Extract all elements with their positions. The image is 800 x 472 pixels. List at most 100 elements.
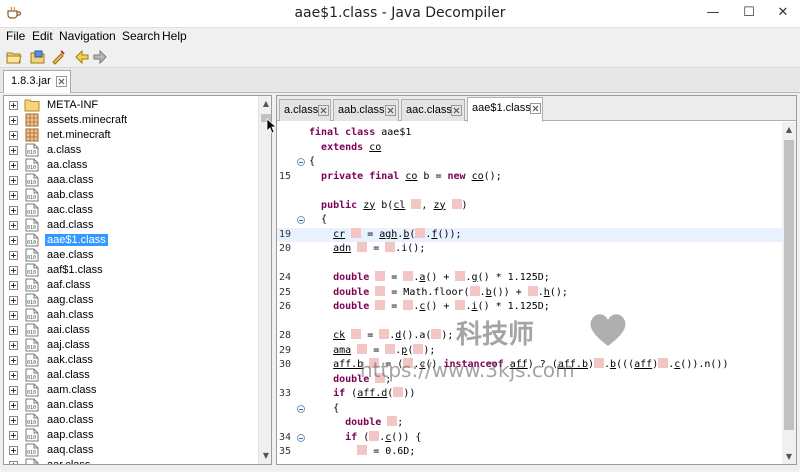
scroll-up-icon[interactable]: ▲ <box>785 126 793 134</box>
tree-item[interactable]: 010 aar.class <box>4 458 254 464</box>
forward-arrow-icon[interactable] <box>92 49 108 65</box>
menu-search[interactable]: Search <box>122 29 160 43</box>
tree-item[interactable]: 010 aam.class <box>4 383 254 398</box>
open-folder-icon[interactable] <box>30 49 46 65</box>
tree-item[interactable]: net.minecraft <box>4 128 254 143</box>
tree-item[interactable]: 010 aak.class <box>4 353 254 368</box>
tab-jar-file[interactable]: 1.8.3.jar <box>3 70 71 93</box>
close-tab-icon[interactable] <box>385 105 396 116</box>
expand-icon[interactable] <box>9 191 18 200</box>
editor-tab-a-class[interactable]: a.class <box>279 99 331 121</box>
expand-icon[interactable] <box>9 371 18 380</box>
expand-icon[interactable] <box>9 236 18 245</box>
expand-icon[interactable] <box>9 116 18 125</box>
code-line[interactable]: double ; <box>277 416 783 430</box>
tree-item[interactable]: 010 a.class <box>4 143 254 158</box>
expand-icon[interactable] <box>9 101 18 110</box>
tree-item[interactable]: 010 aan.class <box>4 398 254 413</box>
tree-item[interactable]: 010 aag.class <box>4 293 254 308</box>
scroll-up-icon[interactable]: ▲ <box>262 100 270 108</box>
menu-help[interactable]: Help <box>162 29 187 43</box>
code-line[interactable]: { <box>277 155 783 169</box>
editor-scroll-thumb[interactable] <box>784 140 794 430</box>
code-line[interactable] <box>277 315 783 329</box>
close-tab-icon[interactable] <box>451 105 462 116</box>
code-line[interactable]: 29 ama = .p(); <box>277 343 783 358</box>
code-line[interactable]: extends co <box>277 141 783 155</box>
fold-toggle-icon[interactable] <box>297 216 305 224</box>
code-line[interactable]: 28 ck = .d().a(); <box>277 329 783 343</box>
open-file-icon[interactable] <box>6 49 22 65</box>
expand-icon[interactable] <box>9 206 18 215</box>
expand-icon[interactable] <box>9 176 18 185</box>
code-line[interactable]: 24 double = .a() + .g() * 1.125D; <box>277 271 783 285</box>
fold-toggle-icon[interactable] <box>297 404 305 413</box>
expand-icon[interactable] <box>9 401 18 410</box>
code-line[interactable]: { <box>277 213 783 227</box>
scroll-down-icon[interactable]: ▼ <box>262 452 270 460</box>
expand-icon[interactable] <box>9 221 18 230</box>
code-line[interactable]: 15 private final co b = new co(); <box>277 170 783 184</box>
tree-item[interactable]: 010 aah.class <box>4 308 254 323</box>
code-line[interactable]: 30 aff.b = (.c() instanceof aff) ? (aff.… <box>277 358 783 372</box>
code-line[interactable]: 35 = 0.6D; <box>277 445 783 459</box>
source-code-view[interactable]: final class aae$1 extends co {15 private … <box>277 122 783 464</box>
code-line[interactable]: final class aae$1 <box>277 126 783 140</box>
expand-icon[interactable] <box>9 386 18 395</box>
tree-item[interactable]: 010 aaf$1.class <box>4 263 254 278</box>
code-line[interactable]: 34 if (.c()) { <box>277 430 783 445</box>
code-line[interactable] <box>277 257 783 271</box>
expand-icon[interactable] <box>9 311 18 320</box>
tree-item[interactable]: 010 aad.class <box>4 218 254 233</box>
close-window-button[interactable]: ✕ <box>766 2 800 24</box>
maximize-button[interactable]: ☐ <box>732 2 766 24</box>
tree-item[interactable]: 010 aaj.class <box>4 338 254 353</box>
editor-tab-aae1-class[interactable]: aae$1.class <box>467 97 543 122</box>
scroll-down-icon[interactable]: ▼ <box>785 453 793 461</box>
expand-icon[interactable] <box>9 461 18 464</box>
code-line[interactable]: 33 if (aff.d()) <box>277 387 783 401</box>
expand-icon[interactable] <box>9 356 18 365</box>
menu-navigation[interactable]: Navigation <box>59 29 116 43</box>
tree-item[interactable]: 010 aae.class <box>4 248 254 263</box>
fold-toggle-icon[interactable] <box>297 433 305 442</box>
editor-tab-aac-class[interactable]: aac.class <box>401 99 465 121</box>
code-line[interactable]: 19 cr = agh.b(.f()); <box>277 227 783 242</box>
code-line[interactable]: 26 double = .c() + .i() * 1.125D; <box>277 300 783 314</box>
minimize-button[interactable]: — <box>696 2 730 24</box>
code-line[interactable]: 25 double = Math.floor(.b()) + .h(); <box>277 285 783 300</box>
tree-item[interactable]: 010 aac.class <box>4 203 254 218</box>
clear-history-icon[interactable] <box>50 49 66 65</box>
menu-edit[interactable]: Edit <box>32 29 53 43</box>
code-line[interactable] <box>277 184 783 198</box>
close-tab-icon[interactable] <box>530 103 541 114</box>
expand-icon[interactable] <box>9 281 18 290</box>
code-line[interactable]: public zy b(cl , zy ) <box>277 198 783 213</box>
menu-file[interactable]: File <box>6 29 25 43</box>
expand-icon[interactable] <box>9 416 18 425</box>
tree-item[interactable]: 010 aal.class <box>4 368 254 383</box>
expand-icon[interactable] <box>9 296 18 305</box>
expand-icon[interactable] <box>9 131 18 140</box>
tree-item[interactable]: assets.minecraft <box>4 113 254 128</box>
tree-scrollbar[interactable]: ▲ ▼ <box>258 96 271 464</box>
tree-item[interactable]: 010 aab.class <box>4 188 254 203</box>
expand-icon[interactable] <box>9 446 18 455</box>
code-line[interactable]: double ; <box>277 372 783 387</box>
expand-icon[interactable] <box>9 326 18 335</box>
tree-item[interactable]: 010 aaa.class <box>4 173 254 188</box>
editor-scrollbar[interactable]: ▲ ▼ <box>782 122 796 464</box>
expand-icon[interactable] <box>9 251 18 260</box>
code-line[interactable]: { <box>277 402 783 416</box>
tree-item[interactable]: 010 aaq.class <box>4 443 254 458</box>
tree-item[interactable]: 010 aao.class <box>4 413 254 428</box>
tree-item[interactable]: 010 aa.class <box>4 158 254 173</box>
code-line[interactable]: 20 adn = .i(); <box>277 242 783 256</box>
editor-tab-aab-class[interactable]: aab.class <box>333 99 399 121</box>
expand-icon[interactable] <box>9 266 18 275</box>
expand-icon[interactable] <box>9 161 18 170</box>
tree-item[interactable]: 010 aap.class <box>4 428 254 443</box>
expand-icon[interactable] <box>9 146 18 155</box>
tree-item[interactable]: 010 aae$1.class <box>4 233 254 248</box>
tree-item[interactable]: 010 aai.class <box>4 323 254 338</box>
